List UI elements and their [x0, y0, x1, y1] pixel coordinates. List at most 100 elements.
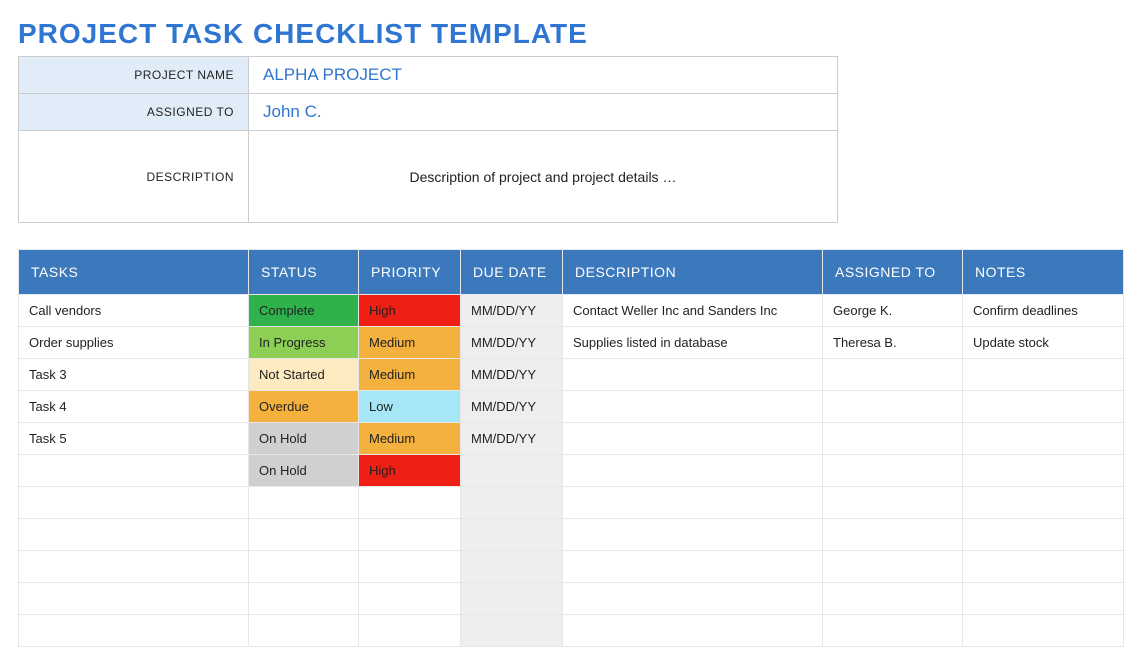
cell-due-date[interactable] [461, 455, 563, 487]
cell-status[interactable]: In Progress [249, 327, 359, 359]
cell-assigned-to[interactable] [823, 359, 963, 391]
cell-notes[interactable] [963, 551, 1124, 583]
cell-task[interactable] [19, 519, 249, 551]
cell-notes[interactable]: Update stock [963, 327, 1124, 359]
cell-status[interactable]: Overdue [249, 391, 359, 423]
cell-priority[interactable] [359, 615, 461, 647]
cell-description[interactable] [563, 455, 823, 487]
cell-task[interactable]: Call vendors [19, 295, 249, 327]
page-title: PROJECT TASK CHECKLIST TEMPLATE [18, 18, 1127, 50]
cell-description[interactable] [563, 551, 823, 583]
cell-due-date[interactable]: MM/DD/YY [461, 359, 563, 391]
cell-assigned-to[interactable] [823, 423, 963, 455]
cell-status[interactable]: On Hold [249, 423, 359, 455]
cell-notes[interactable] [963, 519, 1124, 551]
tasks-table: TASKS STATUS PRIORITY DUE DATE DESCRIPTI… [18, 249, 1124, 647]
cell-assigned-to[interactable] [823, 487, 963, 519]
cell-priority[interactable]: High [359, 455, 461, 487]
cell-task[interactable] [19, 487, 249, 519]
cell-notes[interactable]: Confirm deadlines [963, 295, 1124, 327]
cell-priority[interactable] [359, 487, 461, 519]
cell-description[interactable]: Contact Weller Inc and Sanders Inc [563, 295, 823, 327]
tasks-header-row: TASKS STATUS PRIORITY DUE DATE DESCRIPTI… [19, 250, 1124, 295]
table-row [19, 487, 1124, 519]
cell-description[interactable]: Supplies listed in database [563, 327, 823, 359]
cell-notes[interactable] [963, 359, 1124, 391]
table-row: On HoldHigh [19, 455, 1124, 487]
cell-description[interactable] [563, 615, 823, 647]
cell-notes[interactable] [963, 615, 1124, 647]
table-row: Task 4OverdueLowMM/DD/YY [19, 391, 1124, 423]
col-notes: NOTES [963, 250, 1124, 295]
project-info-table: PROJECT NAME ALPHA PROJECT ASSIGNED TO J… [18, 56, 838, 223]
cell-due-date[interactable]: MM/DD/YY [461, 391, 563, 423]
assigned-to-value[interactable]: John C. [249, 94, 838, 131]
cell-status[interactable] [249, 487, 359, 519]
cell-due-date[interactable] [461, 487, 563, 519]
col-description: DESCRIPTION [563, 250, 823, 295]
cell-assigned-to[interactable] [823, 583, 963, 615]
cell-assigned-to[interactable] [823, 551, 963, 583]
cell-notes[interactable] [963, 423, 1124, 455]
cell-priority[interactable] [359, 519, 461, 551]
cell-task[interactable] [19, 583, 249, 615]
cell-notes[interactable] [963, 455, 1124, 487]
cell-assigned-to[interactable] [823, 455, 963, 487]
cell-priority[interactable]: Low [359, 391, 461, 423]
cell-notes[interactable] [963, 391, 1124, 423]
table-row: Call vendorsCompleteHighMM/DD/YYContact … [19, 295, 1124, 327]
cell-task[interactable]: Task 4 [19, 391, 249, 423]
cell-status[interactable]: Complete [249, 295, 359, 327]
cell-task[interactable] [19, 551, 249, 583]
project-name-label: PROJECT NAME [19, 57, 249, 94]
cell-task[interactable]: Task 3 [19, 359, 249, 391]
cell-due-date[interactable] [461, 615, 563, 647]
cell-description[interactable] [563, 519, 823, 551]
cell-due-date[interactable]: MM/DD/YY [461, 423, 563, 455]
cell-priority[interactable]: Medium [359, 359, 461, 391]
table-row [19, 519, 1124, 551]
cell-due-date[interactable] [461, 551, 563, 583]
col-status: STATUS [249, 250, 359, 295]
cell-status[interactable]: Not Started [249, 359, 359, 391]
cell-task[interactable] [19, 615, 249, 647]
cell-description[interactable] [563, 391, 823, 423]
cell-status[interactable] [249, 583, 359, 615]
cell-due-date[interactable]: MM/DD/YY [461, 295, 563, 327]
cell-description[interactable] [563, 359, 823, 391]
description-value[interactable]: Description of project and project detai… [249, 131, 838, 223]
cell-priority[interactable]: Medium [359, 423, 461, 455]
cell-description[interactable] [563, 423, 823, 455]
col-tasks: TASKS [19, 250, 249, 295]
description-label: DESCRIPTION [19, 131, 249, 223]
cell-priority[interactable]: High [359, 295, 461, 327]
table-row [19, 615, 1124, 647]
col-assigned-to: ASSIGNED TO [823, 250, 963, 295]
table-row [19, 551, 1124, 583]
cell-assigned-to[interactable] [823, 519, 963, 551]
col-priority: PRIORITY [359, 250, 461, 295]
cell-task[interactable]: Task 5 [19, 423, 249, 455]
cell-due-date[interactable] [461, 583, 563, 615]
cell-due-date[interactable] [461, 519, 563, 551]
cell-description[interactable] [563, 583, 823, 615]
cell-assigned-to[interactable]: Theresa B. [823, 327, 963, 359]
cell-status[interactable] [249, 519, 359, 551]
cell-status[interactable] [249, 615, 359, 647]
cell-due-date[interactable]: MM/DD/YY [461, 327, 563, 359]
cell-notes[interactable] [963, 487, 1124, 519]
cell-assigned-to[interactable]: George K. [823, 295, 963, 327]
col-due-date: DUE DATE [461, 250, 563, 295]
cell-priority[interactable] [359, 583, 461, 615]
cell-assigned-to[interactable] [823, 391, 963, 423]
cell-priority[interactable]: Medium [359, 327, 461, 359]
cell-status[interactable] [249, 551, 359, 583]
project-name-value[interactable]: ALPHA PROJECT [249, 57, 838, 94]
cell-assigned-to[interactable] [823, 615, 963, 647]
cell-notes[interactable] [963, 583, 1124, 615]
cell-task[interactable] [19, 455, 249, 487]
cell-status[interactable]: On Hold [249, 455, 359, 487]
cell-description[interactable] [563, 487, 823, 519]
cell-task[interactable]: Order supplies [19, 327, 249, 359]
cell-priority[interactable] [359, 551, 461, 583]
